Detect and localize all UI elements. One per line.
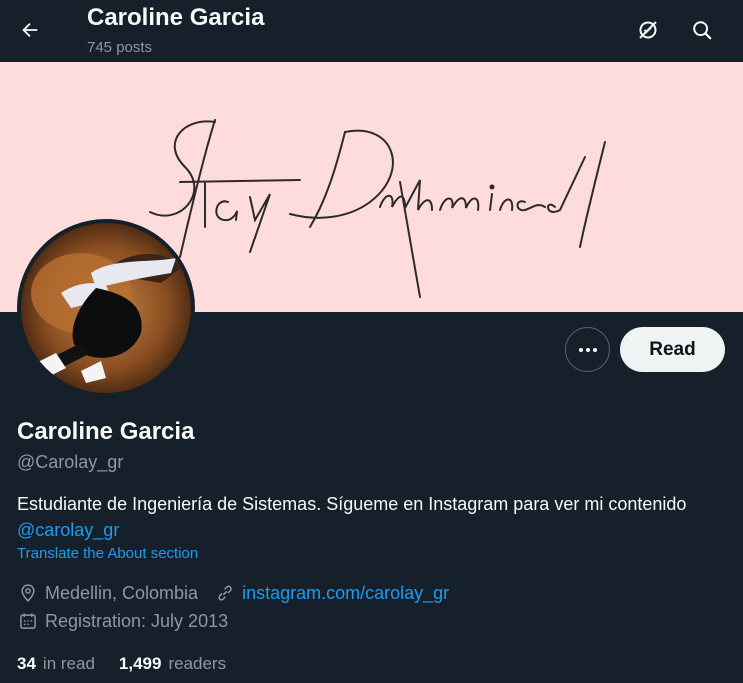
translate-link[interactable]: Translate the About section — [17, 545, 198, 562]
page-title: Caroline Garcia — [87, 4, 265, 31]
more-dots-icon — [578, 347, 597, 352]
no-network-icon — [639, 21, 657, 39]
top-bar: Caroline Garcia 745 posts — [0, 0, 743, 62]
profile-meta: Medellin, Colombia instagram.com/carolay… — [17, 581, 449, 605]
readers-count: 1,499 — [118, 654, 162, 673]
location-text: Medellin, Colombia — [45, 582, 199, 603]
avatar[interactable] — [17, 219, 195, 397]
registration-text: Registration: July 2013 — [45, 610, 229, 631]
read-button[interactable]: Read — [620, 327, 725, 372]
in-read-count: 34 — [17, 654, 36, 673]
back-button[interactable] — [12, 12, 48, 48]
bio-mention-link[interactable]: @carolay_gr — [17, 520, 119, 540]
post-count: 745 posts — [87, 39, 153, 56]
readers-stat[interactable]: 1,499 readers — [119, 654, 226, 674]
in-read-stat[interactable]: 34 in read — [17, 654, 95, 674]
readers-label: readers — [168, 654, 227, 673]
no-network-button[interactable] — [630, 12, 666, 48]
link-icon — [214, 582, 236, 604]
profile-name: Caroline Garcia — [17, 418, 195, 445]
search-icon — [693, 21, 712, 40]
profile-bio: Estudiante de Ingeniería de Sistemas. Sí… — [17, 491, 732, 543]
calendar-icon — [17, 610, 39, 632]
in-read-label: in read — [42, 654, 95, 673]
profile-stats: 34 in read 1,499 readers — [17, 652, 250, 676]
profile-handle: @Carolay_gr — [17, 452, 124, 472]
website-link[interactable]: instagram.com/carolay_gr — [242, 583, 449, 604]
search-button[interactable] — [684, 12, 720, 48]
avatar-photo — [21, 223, 191, 393]
registration-row: Registration: July 2013 — [17, 609, 228, 633]
more-options-button[interactable] — [565, 327, 610, 372]
back-arrow-icon — [22, 22, 38, 38]
location-pin-icon — [17, 582, 39, 604]
bio-text: Estudiante de Ingeniería de Sistemas. Sí… — [17, 494, 687, 514]
